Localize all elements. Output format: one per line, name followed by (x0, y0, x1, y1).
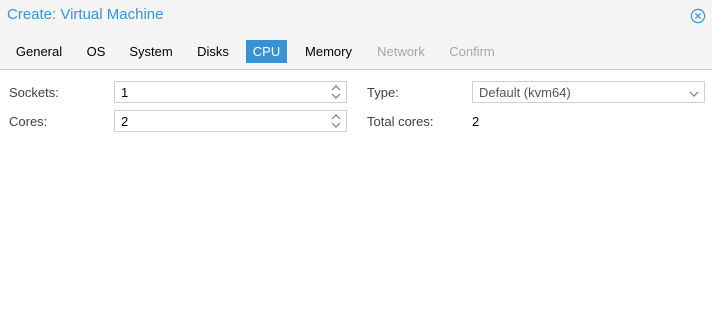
sockets-input[interactable] (115, 82, 346, 102)
cpu-type-combobox[interactable]: Default (kvm64) (472, 81, 705, 103)
sockets-label: Sockets: (9, 85, 59, 100)
cores-label: Cores: (9, 114, 48, 129)
type-label: Type: (367, 85, 399, 100)
tab-disks[interactable]: Disks (188, 40, 238, 63)
sockets-field[interactable] (114, 81, 347, 103)
tab-cpu[interactable]: CPU (246, 40, 287, 63)
window-title: Create: Virtual Machine (7, 6, 164, 23)
cores-spinner-icon[interactable] (330, 113, 342, 129)
total-cores-label: Total cores: (367, 114, 434, 129)
wizard-tab-bar: General OS System Disks CPU Memory Netwo… (0, 35, 712, 70)
close-icon[interactable] (690, 8, 706, 24)
tab-system[interactable]: System (122, 40, 180, 63)
tab-os[interactable]: OS (78, 40, 114, 63)
window-header: Create: Virtual Machine (0, 0, 712, 35)
tab-network: Network (377, 44, 425, 59)
sockets-spinner-icon[interactable] (330, 84, 342, 100)
chevron-down-icon[interactable] (688, 87, 700, 97)
tab-memory[interactable]: Memory (297, 40, 360, 63)
cores-input[interactable] (115, 111, 346, 131)
total-cores-value: 2 (472, 114, 480, 129)
cpu-type-value: Default (kvm64) (479, 85, 571, 100)
cores-field[interactable] (114, 110, 347, 132)
tab-general[interactable]: General (8, 40, 70, 63)
tab-confirm: Confirm (449, 44, 495, 59)
